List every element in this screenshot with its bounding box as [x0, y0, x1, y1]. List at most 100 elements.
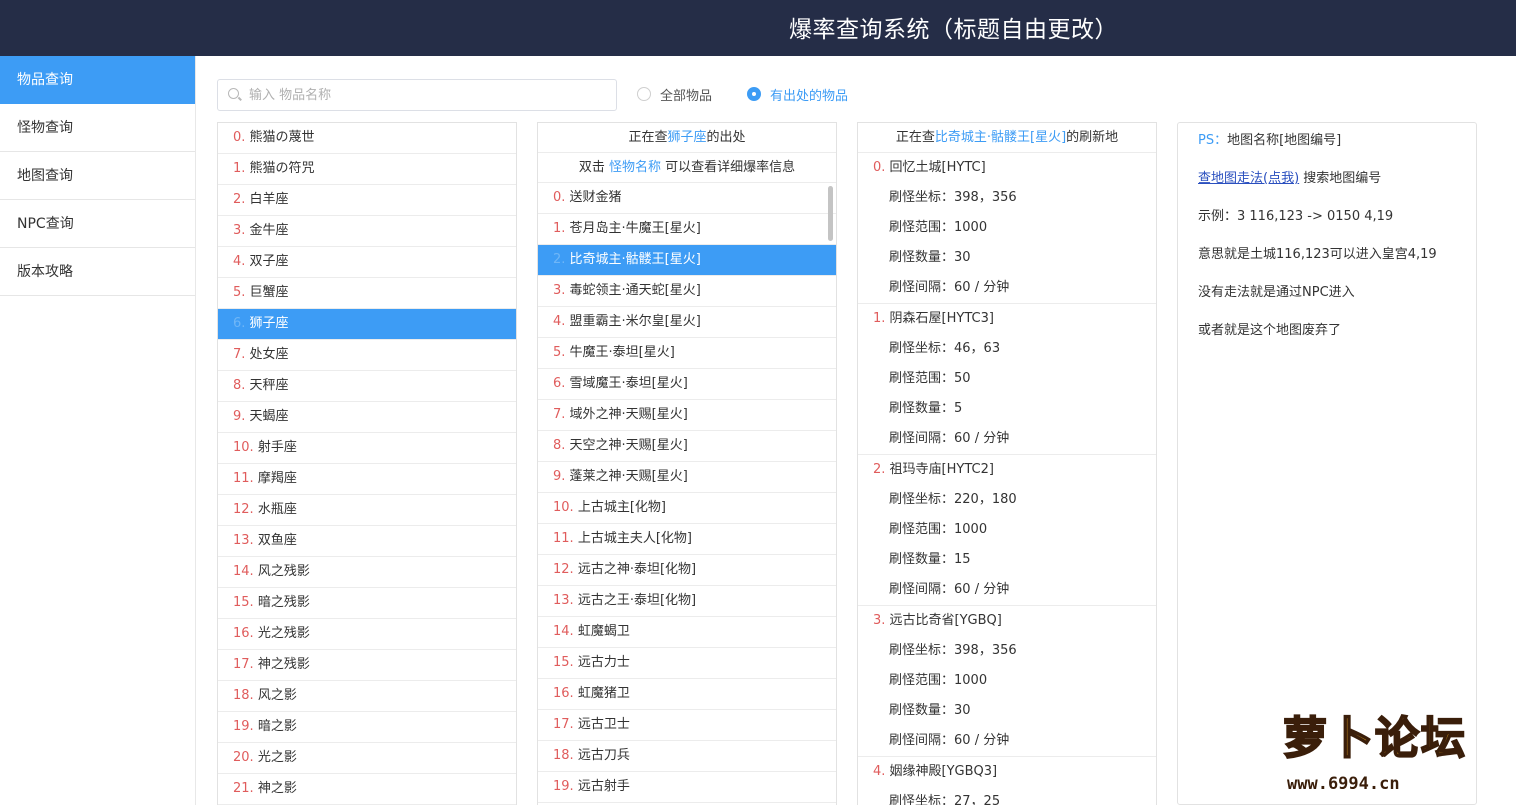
spawn-range: 刷怪范围：1000	[858, 666, 1156, 696]
item-row[interactable]: 9. 天蝎座	[218, 402, 516, 433]
item-row[interactable]: 14. 风之残影	[218, 557, 516, 588]
spawn-count-label: 刷怪数量：	[889, 401, 955, 416]
item-row[interactable]: 20. 光之影	[218, 743, 516, 774]
item-row[interactable]: 0. 熊猫の蔑世	[218, 123, 516, 154]
item-row[interactable]: 8. 天秤座	[218, 371, 516, 402]
note-abandoned: 或者就是这个地图废弃了	[1198, 323, 1342, 338]
source-index: 12.	[553, 562, 578, 577]
spawn-range-label: 刷怪范围：	[889, 522, 955, 537]
item-row[interactable]: 5. 巨蟹座	[218, 278, 516, 309]
item-row[interactable]: 6. 狮子座	[218, 309, 516, 340]
item-row[interactable]: 19. 暗之影	[218, 712, 516, 743]
item-row[interactable]: 3. 金牛座	[218, 216, 516, 247]
spawn-header: 正在查比奇城主·骷髅王[星火]的刷新地	[858, 123, 1156, 153]
item-name: 金牛座	[249, 223, 289, 238]
source-list-scrollbar[interactable]	[828, 186, 833, 241]
sidebar-item[interactable]: NPC查询	[0, 200, 195, 248]
source-row[interactable]: 9. 蓬莱之神·天赐[星火]	[538, 462, 836, 493]
item-row[interactable]: 18. 风之影	[218, 681, 516, 712]
source-row[interactable]: 6. 雪域魔王·泰坦[星火]	[538, 369, 836, 400]
spawn-range-value: 1000	[954, 522, 988, 537]
source-index: 8.	[553, 438, 570, 453]
source-row[interactable]: 3. 毒蛇领主·通天蛇[星火]	[538, 276, 836, 307]
spawn-count: 刷怪数量：15	[858, 545, 1156, 575]
source-row[interactable]: 14. 虹魔蝎卫	[538, 617, 836, 648]
item-row[interactable]: 12. 水瓶座	[218, 495, 516, 526]
source-row[interactable]: 16. 虹魔猪卫	[538, 679, 836, 710]
spawn-location[interactable]: 1. 阴森石屋[HYTC3] 刷怪坐标：46，63 刷怪范围：50 刷怪数量：5 刷怪间…	[858, 304, 1156, 455]
source-row[interactable]: 10. 上古城主[化物]	[538, 493, 836, 524]
spawn-range-label: 刷怪范围：	[889, 673, 955, 688]
spawn-location-name: 3. 远古比奇省[YGBQ]	[858, 606, 1156, 636]
source-row[interactable]: 7. 域外之神·天赐[星火]	[538, 400, 836, 431]
source-row[interactable]: 13. 远古之王·泰坦[化物]	[538, 586, 836, 617]
item-search-input[interactable]	[249, 85, 609, 105]
sidebar-item[interactable]: 版本攻略	[0, 248, 195, 296]
item-row[interactable]: 15. 暗之残影	[218, 588, 516, 619]
radio-unchecked-icon	[637, 87, 651, 101]
source-row[interactable]: 1. 苍月岛主·牛魔王[星火]	[538, 214, 836, 245]
item-index: 13.	[233, 533, 258, 548]
item-row[interactable]: 11. 摩羯座	[218, 464, 516, 495]
item-row[interactable]: 13. 双鱼座	[218, 526, 516, 557]
item-search-box[interactable]	[217, 79, 617, 111]
spawn-location[interactable]: 3. 远古比奇省[YGBQ] 刷怪坐标：398，356 刷怪范围：1000 刷怪数量：…	[858, 606, 1156, 757]
spawn-coords: 刷怪坐标：398，356	[858, 183, 1156, 213]
spawn-location[interactable]: 4. 姻缘神殿[YGBQ3] 刷怪坐标：27，25	[858, 757, 1156, 805]
item-row[interactable]: 7. 处女座	[218, 340, 516, 371]
item-row[interactable]: 10. 射手座	[218, 433, 516, 464]
source-row[interactable]: 0. 送财金猪	[538, 183, 836, 214]
filter-has-source-radio[interactable]: 有出处的物品	[747, 84, 848, 104]
source-list: 0. 送财金猪 1. 苍月岛主·牛魔王[星火] 2. 比奇城主·骷髅王[星火] 3. …	[538, 183, 836, 803]
source-hint-prefix: 双击	[578, 160, 605, 175]
item-row[interactable]: 2. 白羊座	[218, 185, 516, 216]
item-index: 6.	[233, 316, 250, 331]
spawn-index: 1.	[873, 311, 890, 326]
item-row[interactable]: 21. 神之影	[218, 774, 516, 805]
spawn-coords: 刷怪坐标：27，25	[858, 787, 1156, 805]
source-index: 1.	[553, 221, 570, 236]
source-row[interactable]: 17. 远古卫士	[538, 710, 836, 741]
spawn-interval-value: 60 / 分钟	[954, 431, 1010, 446]
spawn-count-value: 15	[954, 552, 971, 567]
source-hint: 双击 怪物名称 可以查看详细爆率信息	[538, 153, 836, 183]
spawn-location[interactable]: 2. 祖玛寺庙[HYTC2] 刷怪坐标：220，180 刷怪范围：1000 刷怪数量：…	[858, 455, 1156, 606]
item-name: 天蝎座	[249, 409, 289, 424]
source-row[interactable]: 15. 远古力士	[538, 648, 836, 679]
map-route-link[interactable]: 查地图走法(点我)	[1198, 171, 1299, 186]
item-name: 水瓶座	[257, 502, 297, 517]
item-row[interactable]: 4. 双子座	[218, 247, 516, 278]
item-row[interactable]: 16. 光之残影	[218, 619, 516, 650]
spawn-location[interactable]: 0. 回忆土城[HYTC] 刷怪坐标：398，356 刷怪范围：1000 刷怪数量：3…	[858, 153, 1156, 304]
source-row[interactable]: 2. 比奇城主·骷髅王[星火]	[538, 245, 836, 276]
source-row[interactable]: 8. 天空之神·天赐[星火]	[538, 431, 836, 462]
spawn-map-name: 姻缘神殿[YGBQ3]	[889, 764, 998, 779]
source-index: 3.	[553, 283, 570, 298]
item-index: 7.	[233, 347, 250, 362]
item-row[interactable]: 17. 神之残影	[218, 650, 516, 681]
source-index: 15.	[553, 655, 578, 670]
sidebar-item[interactable]: 地图查询	[0, 152, 195, 200]
item-name: 白羊座	[249, 192, 289, 207]
spawn-coords-value: 398，356	[954, 643, 1017, 658]
source-index: 16.	[553, 686, 578, 701]
item-name: 巨蟹座	[249, 285, 289, 300]
item-name: 暗之残影	[257, 595, 310, 610]
spawn-interval-label: 刷怪间隔：	[889, 280, 955, 295]
item-row[interactable]: 1. 熊猫の符咒	[218, 154, 516, 185]
source-row[interactable]: 12. 远古之神·泰坦[化物]	[538, 555, 836, 586]
source-row[interactable]: 11. 上古城主夫人[化物]	[538, 524, 836, 555]
filter-all-items-radio[interactable]: 全部物品	[637, 84, 712, 104]
watermark-url: www.6994.cn	[1287, 774, 1400, 794]
spawn-count-value: 30	[954, 703, 971, 718]
source-row[interactable]: 19. 远古射手	[538, 772, 836, 803]
sidebar-item[interactable]: 物品查询	[0, 56, 195, 104]
spawn-header-monster: 比奇城主·骷髅王[星火]	[934, 130, 1067, 145]
spawn-count-value: 30	[954, 250, 971, 265]
source-row[interactable]: 4. 盟重霸主·米尔皇[星火]	[538, 307, 836, 338]
source-name: 域外之神·天赐[星火]	[569, 407, 688, 422]
item-name: 风之残影	[257, 564, 310, 579]
sidebar-item[interactable]: 怪物查询	[0, 104, 195, 152]
source-row[interactable]: 5. 牛魔王·泰坦[星火]	[538, 338, 836, 369]
source-row[interactable]: 18. 远古刀兵	[538, 741, 836, 772]
